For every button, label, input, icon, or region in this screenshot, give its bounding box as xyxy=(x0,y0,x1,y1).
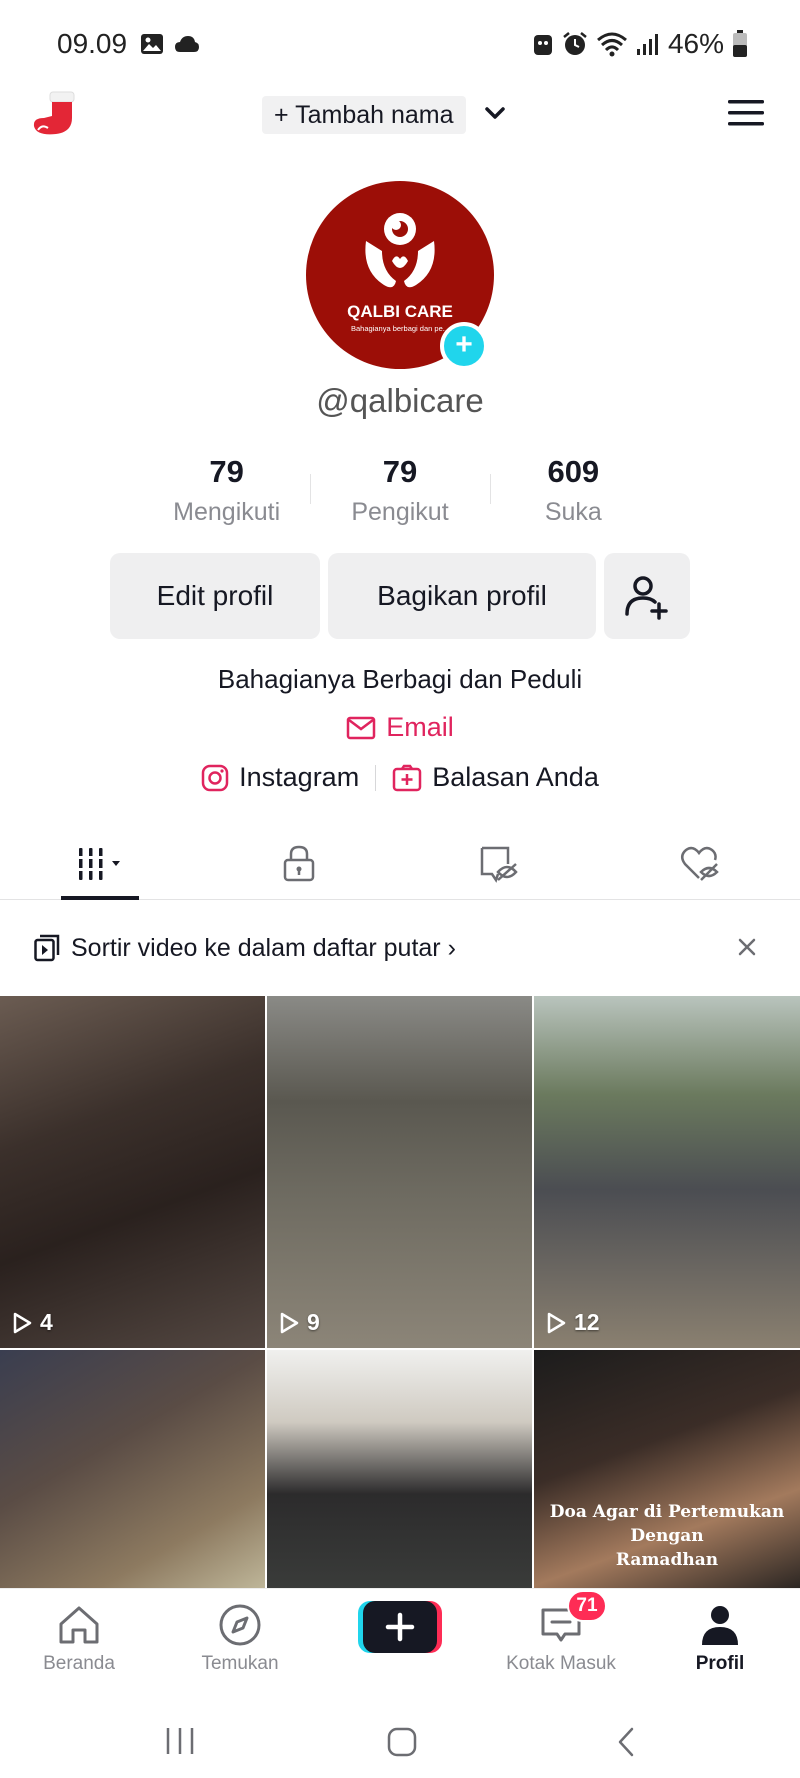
christmas-sock-icon[interactable] xyxy=(30,88,80,138)
nav-profile-label: Profil xyxy=(695,1653,745,1674)
replies-label: Balasan Anda xyxy=(432,762,599,792)
replies-icon xyxy=(392,764,422,791)
status-time: 09.09 xyxy=(57,28,128,59)
username: @qalbicare xyxy=(316,382,484,419)
tab-reposts[interactable] xyxy=(469,838,529,890)
compass-icon xyxy=(219,1604,261,1646)
stat-likes[interactable]: 609 Suka xyxy=(487,452,660,532)
instagram-link[interactable]: Instagram xyxy=(201,762,359,793)
playlist-prompt[interactable]: Sortir video ke dalam daftar putar › xyxy=(0,900,800,996)
avatar-brand: QALBI CARE xyxy=(347,302,453,321)
playlist-prompt-text: Sortir video ke dalam daftar putar › xyxy=(71,934,456,962)
chevron-down-icon[interactable] xyxy=(480,98,510,128)
close-icon[interactable] xyxy=(734,934,760,960)
status-left-icons xyxy=(140,32,200,56)
alarm-icon xyxy=(563,32,587,55)
stat-following-label: Mengikuti xyxy=(173,498,281,526)
gallery-icon xyxy=(141,34,163,54)
nav-home-label: Beranda xyxy=(43,1653,115,1674)
stat-followers-label: Pengikut xyxy=(351,498,449,526)
avatar-tagline: Bahagianya berbagi dan pe... xyxy=(351,324,449,333)
inbox-badge: 71 xyxy=(567,1590,607,1622)
share-profile-button[interactable]: Bagikan profil xyxy=(328,553,596,639)
profile-actions: Edit profil Bagikan profil xyxy=(110,553,690,639)
android-icon xyxy=(533,35,552,55)
nav-inbox-label: Kotak Masuk xyxy=(506,1653,616,1674)
video-overlay-text: Doa Agar di Pertemukan Dengan Ramadhan xyxy=(549,1502,785,1570)
bottom-nav: Beranda Temukan Kotak Masuk Profil xyxy=(0,1588,800,1684)
video-thumbnail[interactable]: 12 xyxy=(534,996,800,1348)
play-icon xyxy=(547,1312,566,1333)
stat-divider xyxy=(490,474,491,504)
profile-icon xyxy=(702,1606,738,1645)
view-count: 4 xyxy=(12,1309,53,1336)
email-label: Email xyxy=(386,712,454,742)
lock-icon xyxy=(283,845,315,882)
stat-likes-value: 609 xyxy=(547,454,600,489)
tab-videos[interactable] xyxy=(70,838,130,890)
stat-following[interactable]: 79 Mengikuti xyxy=(140,452,313,532)
edit-profile-button[interactable]: Edit profil xyxy=(110,553,320,639)
stat-divider xyxy=(310,474,311,504)
home-button-icon[interactable] xyxy=(386,1726,418,1758)
add-friend-button[interactable] xyxy=(604,553,690,639)
instagram-icon xyxy=(201,764,229,791)
nav-profile[interactable]: Profil xyxy=(660,1601,780,1675)
email-icon xyxy=(346,716,376,739)
profile-stats: 79 Mengikuti 79 Pengikut 609 Suka xyxy=(140,452,660,532)
video-thumbnail[interactable]: Doa Agar di Pertemukan Dengan Ramadhan xyxy=(534,1350,800,1590)
view-count: 9 xyxy=(279,1309,320,1336)
video-thumbnail[interactable] xyxy=(0,1350,265,1590)
video-thumbnail[interactable]: 9 xyxy=(267,996,532,1348)
system-navigation xyxy=(0,1700,800,1778)
bio-links: Instagram Balasan Anda xyxy=(0,762,800,793)
wifi-icon xyxy=(596,32,627,57)
profile-header: + Tambah nama xyxy=(0,88,800,142)
add-avatar-button[interactable]: + xyxy=(440,322,488,370)
nav-discover[interactable]: Temukan xyxy=(180,1601,300,1675)
video-thumbnail[interactable]: 4 xyxy=(0,996,265,1348)
play-icon xyxy=(13,1312,32,1333)
signal-icon xyxy=(636,34,658,55)
nav-home[interactable]: Beranda xyxy=(19,1601,139,1675)
stat-following-value: 79 xyxy=(209,454,244,489)
profile-tabs xyxy=(0,830,800,900)
email-link[interactable]: Email xyxy=(0,712,800,743)
stat-likes-label: Suka xyxy=(544,498,602,526)
battery-percent: 46% xyxy=(667,28,724,59)
home-icon xyxy=(59,1606,99,1644)
play-icon xyxy=(280,1312,299,1333)
view-count: 12 xyxy=(546,1309,600,1336)
cloud-icon xyxy=(175,36,199,52)
recent-apps-icon[interactable] xyxy=(164,1726,196,1756)
hidden-video-icon xyxy=(480,846,518,883)
stat-followers-value: 79 xyxy=(382,454,418,489)
bio-text: Bahagianya Berbagi dan Peduli xyxy=(217,664,583,694)
add-user-icon xyxy=(625,576,668,620)
battery-icon xyxy=(733,30,747,57)
nav-discover-label: Temukan xyxy=(201,1653,279,1674)
hidden-heart-icon xyxy=(681,846,719,881)
tab-liked[interactable] xyxy=(670,838,730,890)
link-divider xyxy=(375,764,377,791)
grid-icon xyxy=(77,848,120,880)
replies-link[interactable]: Balasan Anda xyxy=(392,762,599,793)
tab-private[interactable] xyxy=(269,838,329,890)
back-icon[interactable] xyxy=(614,1726,638,1758)
menu-icon[interactable] xyxy=(726,96,766,130)
video-grid: 4 9 12 Doa Agar di Pertemukan Dengan Ram… xyxy=(0,996,800,1590)
status-bar: 09.09 46% xyxy=(0,0,800,90)
add-name-button[interactable]: + Tambah nama xyxy=(262,96,466,134)
stat-followers[interactable]: 79 Pengikut xyxy=(313,452,486,532)
create-button[interactable] xyxy=(358,1601,442,1653)
video-thumbnail[interactable] xyxy=(267,1350,532,1590)
playlist-icon xyxy=(34,934,60,962)
status-right: 46% xyxy=(532,28,748,60)
instagram-label: Instagram xyxy=(239,762,360,792)
